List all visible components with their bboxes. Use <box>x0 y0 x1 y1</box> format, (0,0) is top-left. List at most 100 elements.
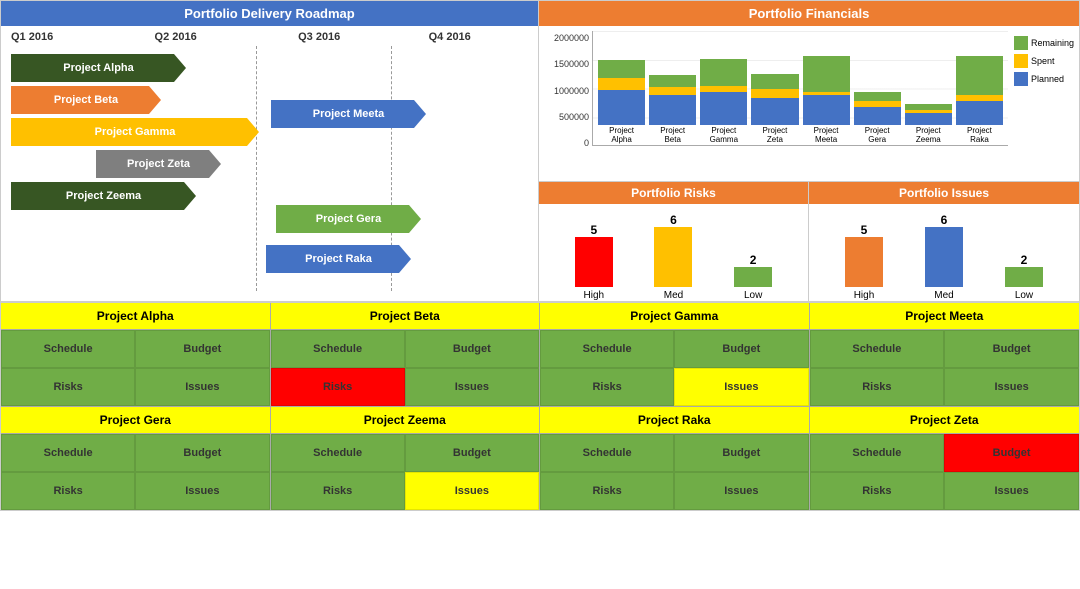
zeta-budget: Budget <box>944 434 1079 472</box>
project-zeema-bar: Project Zeema <box>11 182 196 210</box>
y-label-5: 2000000 <box>544 33 589 43</box>
y-label-3: 1000000 <box>544 86 589 96</box>
gera-schedule: Schedule <box>1 434 135 472</box>
project-meeta-block: Project Meeta Schedule Budget Risks Issu… <box>810 303 1080 406</box>
quarter-q2: Q2 2016 <box>155 31 299 43</box>
meeta-issues: Issues <box>944 368 1079 406</box>
issue-low-count: 2 <box>1021 253 1028 267</box>
gera-block-header: Project Gera <box>1 407 270 434</box>
project-raka-bar: Project Raka <box>266 245 411 273</box>
gera-budget: Budget <box>135 434 269 472</box>
gamma-label: ProjectGamma <box>710 127 738 145</box>
beta-budget: Budget <box>405 330 539 368</box>
risk-low-bar <box>734 267 772 287</box>
zeta-issues: Issues <box>944 472 1079 510</box>
project-gera-block: Project Gera Schedule Budget Risks Issue… <box>1 407 271 510</box>
beta-block-header: Project Beta <box>271 303 540 330</box>
beta-label: ProjectBeta <box>660 127 685 145</box>
meeta-block-header: Project Meeta <box>810 303 1080 330</box>
spent-legend-box <box>1014 54 1028 68</box>
quarter-q1: Q1 2016 <box>11 31 155 43</box>
issue-med-label: Med <box>934 290 953 301</box>
raka-schedule: Schedule <box>540 434 674 472</box>
meeta-label: ProjectMeeta <box>814 127 839 145</box>
risk-low-label: Low <box>744 290 762 301</box>
zeema-schedule: Schedule <box>271 434 405 472</box>
gamma-schedule: Schedule <box>540 330 674 368</box>
meeta-schedule: Schedule <box>810 330 945 368</box>
roadmap-title: Portfolio Delivery Roadmap <box>1 1 538 26</box>
issues-title: Portfolio Issues <box>809 182 1079 204</box>
zeta-risks: Risks <box>810 472 945 510</box>
bottom-section: Project Alpha Schedule Budget Risks Issu… <box>1 301 1079 510</box>
zeta-label: ProjectZeta <box>762 127 787 145</box>
project-raka-block: Project Raka Schedule Budget Risks Issue… <box>540 407 810 510</box>
project-meeta-bar: Project Meeta <box>271 100 426 128</box>
gera-issues: Issues <box>135 472 269 510</box>
issue-high-label: High <box>854 290 875 301</box>
gamma-block-header: Project Gamma <box>540 303 809 330</box>
chart-legend: Remaining Spent Planned <box>1014 36 1074 86</box>
beta-schedule: Schedule <box>271 330 405 368</box>
alpha-budget: Budget <box>135 330 269 368</box>
project-zeta-block: Project Zeta Schedule Budget Risks Issue… <box>810 407 1080 510</box>
gamma-risks: Risks <box>540 368 674 406</box>
project-gamma-bar: Project Gamma <box>11 118 259 146</box>
issue-med-bar <box>925 227 963 287</box>
risk-high-label: High <box>584 290 605 301</box>
alpha-label: ProjectAlpha <box>609 127 634 145</box>
meeta-budget: Budget <box>944 330 1079 368</box>
risks-title: Portfolio Risks <box>539 182 808 204</box>
risk-med-label: Med <box>664 290 683 301</box>
zeema-issues: Issues <box>405 472 539 510</box>
raka-issues: Issues <box>674 472 808 510</box>
project-alpha-bar: Project Alpha <box>11 54 186 82</box>
alpha-block-header: Project Alpha <box>1 303 270 330</box>
issue-high-count: 5 <box>861 223 868 237</box>
issue-low-bar <box>1005 267 1043 287</box>
project-gamma-block: Project Gamma Schedule Budget Risks Issu… <box>540 303 810 406</box>
financials-section: Portfolio Financials 2000000 1500000 100… <box>539 1 1079 301</box>
remaining-legend-label: Remaining <box>1031 38 1074 48</box>
zeta-schedule: Schedule <box>810 434 945 472</box>
risk-low-count: 2 <box>750 253 757 267</box>
raka-budget: Budget <box>674 434 808 472</box>
zeema-block-header: Project Zeema <box>271 407 540 434</box>
zeema-budget: Budget <box>405 434 539 472</box>
status-row-2: Project Gera Schedule Budget Risks Issue… <box>1 407 1079 510</box>
alpha-risks: Risks <box>1 368 135 406</box>
planned-legend-label: Planned <box>1031 74 1064 84</box>
quarter-q3: Q3 2016 <box>298 31 429 43</box>
project-zeema-block: Project Zeema Schedule Budget Risks Issu… <box>271 407 541 510</box>
spent-legend-label: Spent <box>1031 56 1055 66</box>
main-container: Portfolio Delivery Roadmap Q1 2016 Q2 20… <box>0 0 1080 511</box>
zeema-risks: Risks <box>271 472 405 510</box>
meeta-risks: Risks <box>810 368 945 406</box>
zeema-label: ProjectZeema <box>916 127 941 145</box>
risk-med-bar <box>654 227 692 287</box>
alpha-schedule: Schedule <box>1 330 135 368</box>
issue-low-label: Low <box>1015 290 1033 301</box>
project-beta-bar: Project Beta <box>11 86 161 114</box>
roadmap-section: Portfolio Delivery Roadmap Q1 2016 Q2 20… <box>1 1 539 301</box>
remaining-legend-box <box>1014 36 1028 50</box>
quarters-row: Q1 2016 Q2 2016 Q3 2016 Q4 2016 <box>6 31 533 43</box>
financials-chart: 2000000 1500000 1000000 500000 0 <box>539 26 1079 181</box>
beta-risks: Risks <box>271 368 405 406</box>
beta-issues: Issues <box>405 368 539 406</box>
y-label-4: 1500000 <box>544 59 589 69</box>
risk-high-count: 5 <box>590 223 597 237</box>
gera-risks: Risks <box>1 472 135 510</box>
project-gera-bar: Project Gera <box>276 205 421 233</box>
alpha-issues: Issues <box>135 368 269 406</box>
project-beta-block: Project Beta Schedule Budget Risks Issue… <box>271 303 541 406</box>
zeta-block-header: Project Zeta <box>810 407 1080 434</box>
y-label-1: 0 <box>544 138 589 148</box>
project-zeta-bar: Project Zeta <box>96 150 221 178</box>
issue-high-bar <box>845 237 883 287</box>
gera-label: ProjectGera <box>865 127 890 145</box>
raka-risks: Risks <box>540 472 674 510</box>
risk-high-bar <box>575 237 613 287</box>
raka-block-header: Project Raka <box>540 407 809 434</box>
raka-label: ProjectRaka <box>967 127 992 145</box>
